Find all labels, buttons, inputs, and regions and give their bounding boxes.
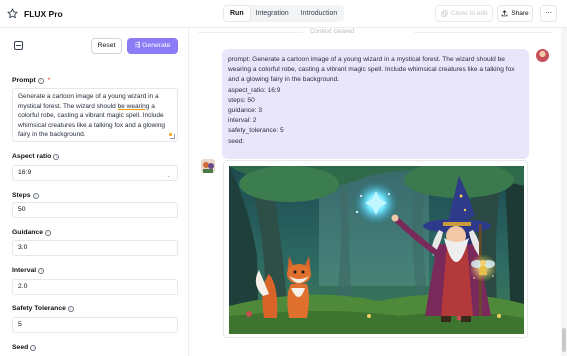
context-cleared-notice: Context cleared <box>310 28 355 35</box>
steps-input[interactable]: 50 <box>12 202 178 218</box>
prompt-line: Generate a cartoon image of a young wiza… <box>18 93 159 100</box>
message-line: aspect_ratio: 16:9 <box>228 86 281 94</box>
user-avatar <box>536 49 549 62</box>
message-line: interval: 2 <box>228 117 257 125</box>
reset-button[interactable]: Reset <box>91 38 122 54</box>
model-avatar <box>201 159 215 173</box>
clone-label: Clone to edit <box>450 10 488 17</box>
message-line: wearing a colorful robe, casting a vibra… <box>228 66 515 74</box>
aspect-ratio-value: 16:9 <box>18 169 32 176</box>
message-line: and a glowing fairy in the background. <box>228 76 340 84</box>
generate-button[interactable]: ⇶ Generate <box>127 38 178 54</box>
guidance-label: Guidance i <box>12 229 51 236</box>
prompt-line: mystical forest. The wizard should be we… <box>18 102 172 112</box>
prompt-segment: mystical forest. The wizard should <box>18 102 118 110</box>
scrollbar[interactable] <box>561 28 567 356</box>
share-label: Share <box>511 10 529 17</box>
wizard-forest-illustration <box>229 166 524 334</box>
safety-tolerance-input[interactable]: 5 <box>12 317 178 333</box>
message-line: prompt: Generate a cartoon image of a yo… <box>228 56 505 63</box>
tab-run[interactable]: Run <box>224 6 250 21</box>
divider <box>198 32 303 33</box>
safety-tolerance-label: Safety Tolerance i <box>12 305 74 312</box>
aspect-ratio-label-text: Aspect ratio <box>12 153 52 160</box>
star-icon[interactable] <box>7 8 18 19</box>
top-bar: FLUX Pro Run Integration Introduction Cl… <box>0 0 567 28</box>
spellcheck-segment: be wearing <box>117 102 150 110</box>
share-button[interactable]: Share <box>497 5 533 22</box>
message-line: steps: 50 <box>228 96 255 104</box>
steps-label: Steps i <box>12 192 39 199</box>
generated-image[interactable] <box>229 166 524 334</box>
prompt-label-text: Prompt <box>12 77 36 84</box>
safety-tolerance-label-text: Safety Tolerance <box>12 305 66 312</box>
message-line: safety_tolerance: 5 <box>228 127 284 135</box>
output-panel: Context cleared prompt: Generate a carto… <box>190 28 567 356</box>
info-icon[interactable]: i <box>30 344 37 351</box>
message-line: guidance: 3 <box>228 107 263 115</box>
interval-label: Interval i <box>12 267 45 274</box>
share-icon <box>502 10 508 17</box>
clone-icon <box>441 10 448 17</box>
panel-icon[interactable] <box>14 41 23 50</box>
clone-to-edit-button[interactable]: Clone to edit <box>435 5 493 22</box>
info-icon[interactable]: i <box>53 153 60 160</box>
generate-label: Generate <box>142 42 171 49</box>
guidance-input[interactable]: 3.0 <box>12 240 178 256</box>
prompt-line: fairy in the background. <box>18 131 86 139</box>
aspect-ratio-label: Aspect ratio i <box>12 153 60 160</box>
sparkle-icon: ⇶ <box>134 42 143 49</box>
chevron-down-icon: ⌄ <box>165 173 171 179</box>
seed-label: Seed i <box>12 344 37 351</box>
scrollbar-thumb[interactable] <box>562 328 566 352</box>
interval-label-text: Interval <box>12 267 37 274</box>
prompt-label: Prompt i * <box>12 77 50 84</box>
guidance-label-text: Guidance <box>12 229 43 236</box>
resize-handle[interactable] <box>170 134 175 139</box>
divider <box>414 32 552 33</box>
prompt-line: colorful robe, casting a vibrant magic s… <box>18 112 164 120</box>
prompt-textarea[interactable]: Generate a cartoon image of a young wiza… <box>12 88 178 142</box>
input-panel: Reset ⇶ Generate Prompt i * Generate a c… <box>0 28 189 356</box>
more-icon[interactable]: ··· <box>540 5 557 22</box>
seed-label-text: Seed <box>12 344 29 351</box>
info-icon[interactable]: i <box>38 267 45 274</box>
info-icon[interactable]: i <box>67 305 74 312</box>
prompt-line: whimsical creatures like a talking fox a… <box>18 121 166 129</box>
required-marker: * <box>47 77 51 84</box>
tab-introduction[interactable]: Introduction <box>295 6 344 21</box>
message-line: seed: <box>228 137 245 145</box>
app-title: FLUX Pro <box>24 9 63 19</box>
info-icon[interactable]: i <box>32 192 39 199</box>
prompt-segment: a <box>149 102 155 110</box>
tab-integration[interactable]: Integration <box>250 6 295 21</box>
info-icon[interactable]: i <box>44 229 51 236</box>
interval-input[interactable]: 2.0 <box>12 279 178 295</box>
generated-image-card <box>223 160 528 338</box>
aspect-ratio-select[interactable]: 16:9 ⌄ <box>12 165 178 181</box>
info-icon[interactable]: i <box>37 77 44 84</box>
steps-label-text: Steps <box>12 192 31 199</box>
user-message-bubble: prompt: Generate a cartoon image of a yo… <box>222 49 529 159</box>
tab-bar: Run Integration Introduction <box>223 5 345 22</box>
